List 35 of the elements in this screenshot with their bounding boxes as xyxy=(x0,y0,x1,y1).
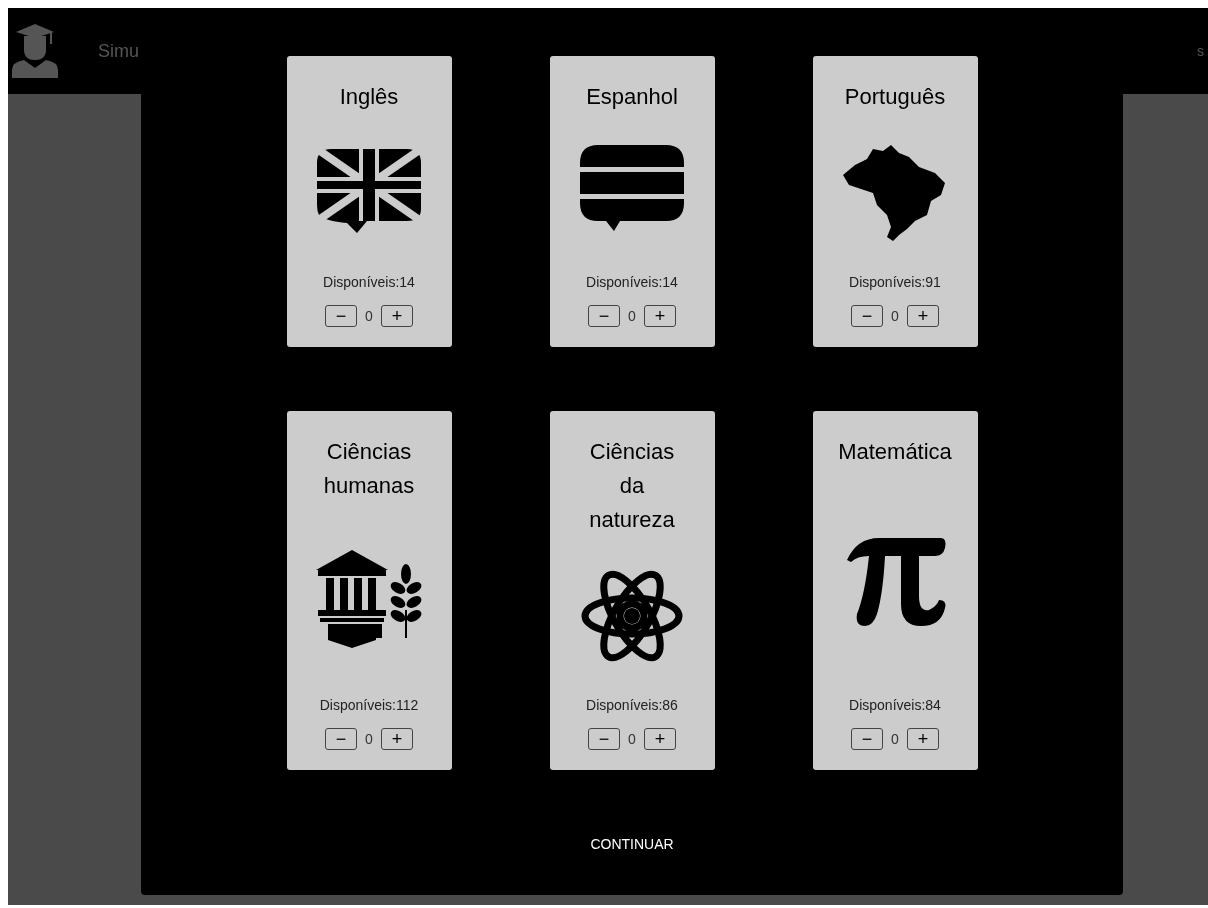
temple-and-wheat-icon xyxy=(316,550,422,648)
decrement-button[interactable]: − xyxy=(851,728,884,750)
increment-button[interactable]: + xyxy=(906,728,939,750)
country-map-icon xyxy=(843,145,947,241)
available-count: Disponíveis:14 xyxy=(586,273,678,292)
continue-button[interactable]: CONTINUAR xyxy=(574,830,690,859)
decrement-button[interactable]: − xyxy=(851,305,884,327)
question-count: 0 xyxy=(365,306,373,326)
decrement-button[interactable]: − xyxy=(325,728,358,750)
increment-button[interactable]: + xyxy=(380,728,413,750)
available-count: Disponíveis:91 xyxy=(849,273,941,292)
increment-button[interactable]: + xyxy=(380,305,413,327)
subject-title: Matemática xyxy=(838,438,952,466)
subject-title: Espanhol xyxy=(586,83,678,111)
question-count: 0 xyxy=(628,306,636,326)
subject-title: Português xyxy=(844,83,946,111)
question-count: 0 xyxy=(365,729,373,749)
increment-button[interactable]: + xyxy=(906,305,939,327)
available-count: Disponíveis:112 xyxy=(319,696,419,715)
available-count: Disponíveis:14 xyxy=(323,273,415,292)
decrement-button[interactable]: − xyxy=(588,305,621,327)
site-title: Simu xyxy=(98,39,139,63)
subject-title: Inglês xyxy=(339,83,399,111)
available-count: Disponíveis:84 xyxy=(849,696,941,715)
subject-title: Ciências da natureza xyxy=(589,438,675,534)
question-count: 0 xyxy=(891,306,899,326)
question-count: 0 xyxy=(628,729,636,749)
question-count: 0 xyxy=(891,729,899,749)
graduate-avatar-icon xyxy=(12,24,58,78)
increment-button[interactable]: + xyxy=(643,305,676,327)
available-count: Disponíveis:86 xyxy=(586,696,678,715)
decrement-button[interactable]: − xyxy=(325,305,358,327)
increment-button[interactable]: + xyxy=(643,728,676,750)
decrement-button[interactable]: − xyxy=(588,728,621,750)
subject-title: Ciências humanas xyxy=(323,438,415,500)
